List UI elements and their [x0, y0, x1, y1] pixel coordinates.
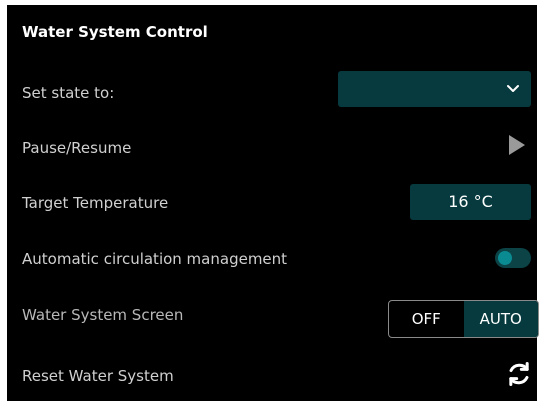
screen-option-auto[interactable]: AUTO	[463, 301, 538, 337]
screen-label: Water System Screen	[22, 306, 184, 324]
target-temperature-field[interactable]: 16 °C	[410, 184, 531, 220]
auto-circulation-label: Automatic circulation management	[22, 250, 288, 268]
play-icon[interactable]	[507, 133, 527, 157]
refresh-icon[interactable]	[505, 360, 533, 388]
toggle-knob	[498, 251, 512, 265]
set-state-dropdown[interactable]	[338, 71, 531, 107]
screen-option-off[interactable]: OFF	[389, 301, 464, 337]
reset-label: Reset Water System	[22, 367, 174, 385]
water-system-panel: Water System Control Set state to: Pause…	[7, 5, 539, 401]
set-state-label: Set state to:	[22, 84, 115, 102]
screen-mode-segmented-control: OFF AUTO	[388, 300, 539, 338]
chevron-down-icon	[507, 85, 519, 92]
target-temperature-label: Target Temperature	[22, 194, 169, 212]
pause-resume-label: Pause/Resume	[22, 139, 132, 157]
panel-title: Water System Control	[22, 23, 208, 41]
auto-circulation-toggle[interactable]	[495, 248, 531, 268]
